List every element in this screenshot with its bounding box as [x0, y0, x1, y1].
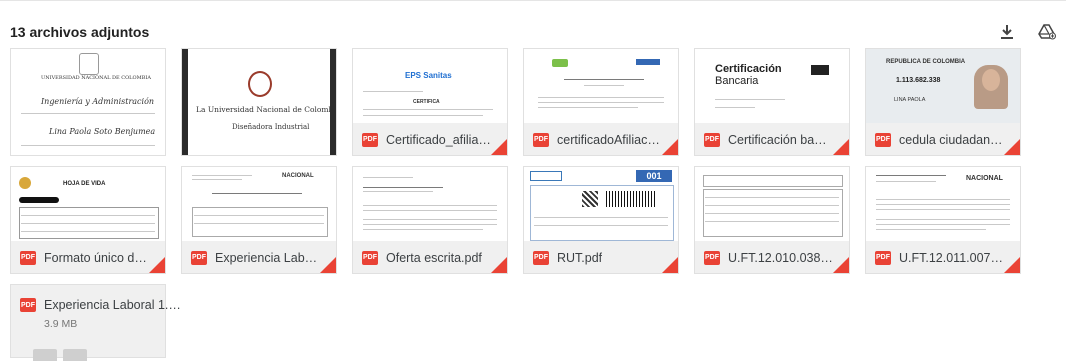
thumbnail-diploma: La Universidad Nacional de Colombia Dise… [188, 49, 330, 155]
pdf-corner-fold [833, 139, 849, 155]
pdf-corner-fold [662, 257, 678, 273]
attachment-footer: PDF U.FT.12.010.038_C... [695, 241, 849, 273]
thumbnail-eps: EPS Sanitas CERTIFICA [353, 49, 507, 123]
thumb-text: UNIVERSIDAD NACIONAL DE COLOMBIA [41, 75, 151, 81]
attachment-card[interactable]: NACIONAL PDF Experiencia Labora... [181, 166, 337, 274]
pdf-corner-fold [1004, 139, 1020, 155]
pdf-icon: PDF [362, 132, 378, 147]
thumbnail-uft: NACIONAL [866, 167, 1020, 241]
pdf-icon: PDF [875, 132, 891, 147]
thumb-text: Lina Paola Soto Benjumea [49, 127, 156, 136]
thumbnail-uft [695, 167, 849, 241]
attachment-filename: Oferta escrita.pdf [386, 250, 482, 265]
pdf-corner-fold [320, 257, 336, 273]
attachment-card[interactable]: HOJA DE VIDA PDF Formato único de h... [10, 166, 166, 274]
attachment-filename: Certificación banca... [728, 132, 833, 147]
thumbnail-bancaria: Certificación Bancaria [695, 49, 849, 123]
attachment-filename: Experiencia Labora... [215, 250, 320, 265]
pdf-icon: PDF [20, 250, 36, 265]
thumb-text: CERTIFICA [413, 99, 440, 105]
thumb-text: Diseñadora Industrial [232, 123, 310, 131]
thumb-text: LINA PAOLA [894, 97, 926, 103]
attachment-card[interactable]: PDF Oferta escrita.pdf [352, 166, 508, 274]
pdf-icon: PDF [704, 250, 720, 265]
attachment-footer: PDF cedula ciudadanía ... [866, 123, 1020, 155]
attachment-footer: PDF Certificación banca... [695, 123, 849, 155]
pdf-icon: PDF [533, 250, 549, 265]
pdf-icon: PDF [20, 298, 36, 312]
attachment-footer: PDF Certificado_afiliaci... [353, 123, 507, 155]
attachment-card[interactable]: REPUBLICA DE COLOMBIA 1.113.682.338 LINA… [865, 48, 1021, 156]
thumb-text: HOJA DE VIDA [63, 181, 106, 187]
pdf-icon: PDF [191, 250, 207, 265]
pdf-icon: PDF [533, 132, 549, 147]
pdf-icon: PDF [362, 250, 378, 265]
thumb-text: REPUBLICA DE COLOMBIA [886, 59, 966, 65]
attachment-card[interactable]: NACIONAL PDF U.FT.12.011.007_F... [865, 166, 1021, 274]
attachment-card[interactable]: UNIVERSIDAD NACIONAL DE COLOMBIA Ingenie… [10, 48, 166, 156]
thumb-text: Certificación [715, 63, 782, 75]
attachment-footer: PDF Formato único de h... [11, 241, 165, 273]
attachment-card-hovered[interactable]: PDF Experiencia Laboral 1.pdf 3.9 MB [10, 284, 184, 361]
attachment-card[interactable]: PDF certificadoAfiliacio... [523, 48, 679, 156]
attachment-footer: PDF Experiencia Labora... [182, 241, 336, 273]
pdf-corner-fold [1004, 257, 1020, 273]
thumbnail-diploma: UNIVERSIDAD NACIONAL DE COLOMBIA Ingenie… [11, 49, 165, 155]
attachment-card[interactable]: EPS Sanitas CERTIFICA PDF Certificado_af… [352, 48, 508, 156]
thumbnail-afiliacion [524, 49, 678, 123]
save-to-drive-button[interactable] [63, 349, 87, 361]
attachment-footer: PDF Oferta escrita.pdf [353, 241, 507, 273]
attachment-filename: U.FT.12.011.007_F... [899, 250, 1004, 265]
attachments-grid: UNIVERSIDAD NACIONAL DE COLOMBIA Ingenie… [10, 48, 1056, 274]
attachment-footer: PDF certificadoAfiliacio... [524, 123, 678, 155]
thumb-text: NACIONAL [282, 173, 314, 179]
pdf-corner-fold [662, 139, 678, 155]
thumb-text: NACIONAL [966, 175, 1003, 182]
thumbnail-rut: 001 [524, 167, 678, 241]
attachment-filename: certificadoAfiliacio... [557, 132, 662, 147]
pdf-icon: PDF [704, 132, 720, 147]
attachment-filename: Formato único de h... [44, 250, 149, 265]
attachment-card[interactable]: 001 PDF RUT.pdf [523, 166, 679, 274]
thumbnail-experiencia: NACIONAL [182, 167, 336, 241]
thumbnail-hoja-vida: HOJA DE VIDA [11, 167, 165, 241]
download-button[interactable] [33, 349, 57, 361]
pdf-corner-fold [491, 139, 507, 155]
attachment-size: 3.9 MB [44, 318, 78, 330]
attachment-filename: Experiencia Laboral 1.pdf [44, 298, 184, 312]
add-to-drive-icon[interactable] [1038, 23, 1056, 41]
thumbnail-cedula: REPUBLICA DE COLOMBIA 1.113.682.338 LINA… [866, 49, 1020, 123]
attachment-filename: U.FT.12.010.038_C... [728, 250, 833, 265]
thumb-text: 001 [636, 170, 672, 182]
thumb-text: EPS Sanitas [405, 71, 452, 80]
pdf-icon: PDF [875, 250, 891, 265]
pdf-corner-fold [833, 257, 849, 273]
pdf-corner-fold [491, 257, 507, 273]
thumbnail-oferta [353, 167, 507, 241]
attachment-filename: cedula ciudadanía ... [899, 132, 1004, 147]
pdf-corner-fold [149, 257, 165, 273]
attachment-card[interactable]: Certificación Bancaria PDF Certificación… [694, 48, 850, 156]
thumb-text: Bancaria [715, 75, 759, 87]
attachment-filename: Certificado_afiliaci... [386, 132, 491, 147]
attachment-footer: PDF U.FT.12.011.007_F... [866, 241, 1020, 273]
thumb-text: La Universidad Nacional de Colombia [196, 105, 330, 114]
thumb-text: 1.113.682.338 [896, 77, 941, 84]
attachment-filename: RUT.pdf [557, 250, 603, 265]
attachment-card[interactable]: PDF U.FT.12.010.038_C... [694, 166, 850, 274]
top-divider [0, 0, 1066, 1]
attachment-card[interactable]: La Universidad Nacional de Colombia Dise… [181, 48, 337, 156]
attachments-header: 13 archivos adjuntos [10, 22, 1056, 42]
attachment-footer: PDF RUT.pdf [524, 241, 678, 273]
download-icon[interactable] [998, 23, 1016, 41]
thumb-text: Ingeniería y Administración [41, 97, 155, 106]
attachments-count-title: 13 archivos adjuntos [10, 24, 150, 40]
